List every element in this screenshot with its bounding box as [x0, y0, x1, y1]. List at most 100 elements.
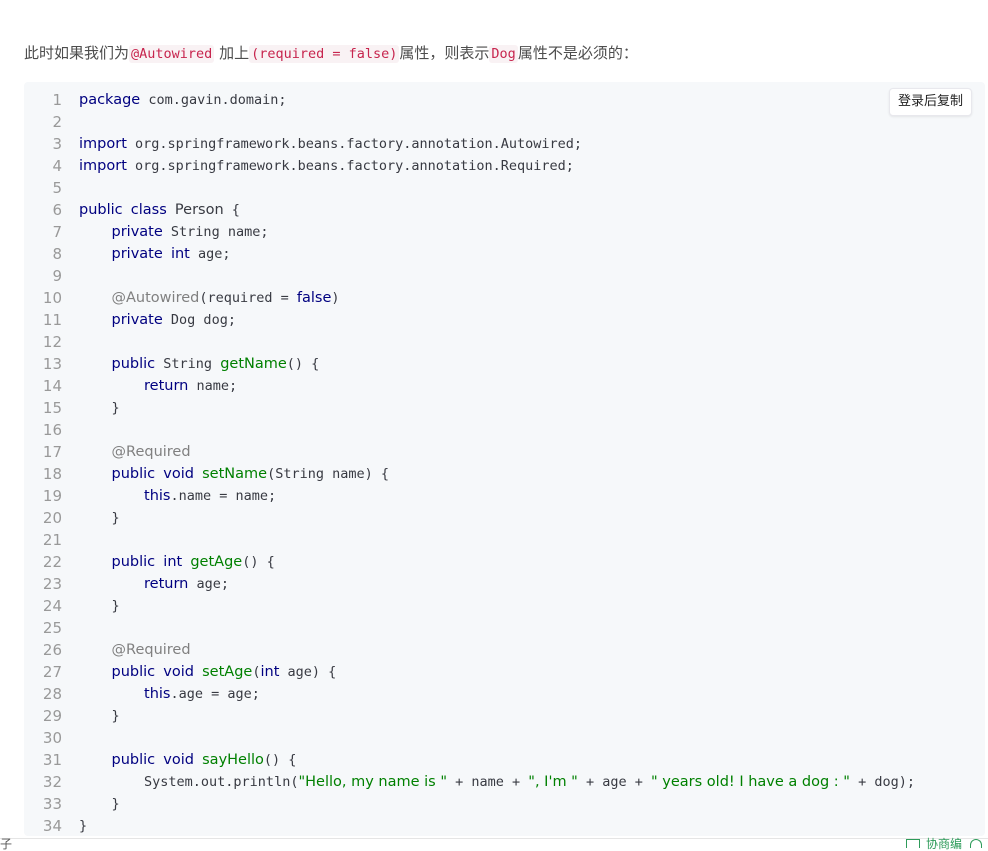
code-token-str: " years old! I have a dog : ": [651, 774, 850, 790]
code-token-txt: String name;: [162, 224, 269, 240]
code-token-ann: @Required: [111, 642, 191, 658]
code-token-kw: import: [79, 136, 127, 152]
code-text: import org.springframework.beans.factory…: [79, 155, 574, 177]
code-token-txt: .name = name;: [170, 488, 277, 504]
bottom-left-text: 子: [0, 837, 13, 851]
code-token-fn: setName: [202, 466, 268, 482]
code-token-txt: () {: [242, 554, 275, 570]
code-text: public String getName() {: [79, 353, 320, 375]
code-token-txt: }: [79, 400, 120, 416]
line-number: 25: [42, 619, 62, 637]
intro-text-mid2: 属性，则表示: [399, 44, 490, 62]
code-text: this.age = age;: [79, 683, 260, 705]
line-number: 20: [42, 509, 62, 527]
code-text: return name;: [79, 375, 237, 397]
code-token-kw: this: [144, 686, 171, 702]
line-number: 9: [52, 267, 62, 285]
code-line: 29 }: [24, 705, 985, 727]
code-line: 25: [24, 617, 985, 639]
code-line: 16: [24, 419, 985, 441]
line-number: 32: [42, 773, 62, 791]
code-line: 22 public int getAge() {: [24, 551, 985, 573]
code-token-fn: sayHello: [202, 752, 264, 768]
code-token-txt: }: [79, 598, 120, 614]
inline-code-autowired: @Autowired: [129, 45, 215, 63]
line-number: 4: [52, 157, 62, 175]
code-text: return age;: [79, 573, 229, 595]
code-line: 34}: [24, 815, 985, 837]
code-token-kw: class: [130, 202, 167, 218]
code-token-txt: System.out.println(: [79, 774, 299, 790]
code-line: 31 public void sayHello() {: [24, 749, 985, 771]
code-line: 21: [24, 529, 985, 551]
code-token-txt: ): [331, 290, 340, 306]
code-text: private Dog dog;: [79, 309, 236, 331]
code-line: 10 @Autowired(required = false): [24, 287, 985, 309]
line-number: 30: [42, 729, 62, 747]
code-line: 19 this.name = name;: [24, 485, 985, 507]
bottom-right-toolbar[interactable]: 协商编: [905, 837, 982, 851]
code-text: @Required: [79, 639, 191, 661]
code-line: 17 @Required: [24, 441, 985, 463]
line-number: 34: [42, 817, 62, 835]
code-text: }: [79, 705, 120, 727]
code-token-txt: com.gavin.domain;: [140, 92, 287, 108]
line-number: 14: [42, 377, 62, 395]
code-token-ann: @Autowired: [111, 290, 200, 306]
line-number: 13: [42, 355, 62, 373]
code-token-txt: age) {: [279, 664, 337, 680]
code-text: }: [79, 595, 120, 617]
code-token-kw: int: [260, 664, 280, 680]
line-number: 8: [52, 245, 62, 263]
code-token-kw: this: [144, 488, 171, 504]
code-token-txt: (String name) {: [267, 466, 389, 482]
code-text: System.out.println("Hello, my name is " …: [79, 771, 915, 793]
line-number: 10: [42, 289, 62, 307]
code-token-kw: private: [111, 246, 163, 262]
code-token-txt: age;: [188, 576, 230, 592]
code-line: 5: [24, 177, 985, 199]
code-line: 33 }: [24, 793, 985, 815]
intro-paragraph: 此时如果我们为 @Autowired 加上 (required = false) 属性…: [24, 42, 638, 65]
line-number: 7: [52, 223, 62, 241]
line-number: 11: [42, 311, 62, 329]
code-line: 20 }: [24, 507, 985, 529]
code-token-kw: void: [163, 664, 194, 680]
line-number: 29: [42, 707, 62, 725]
line-number: 1: [52, 91, 62, 109]
code-token-txt: String: [155, 356, 221, 372]
code-text: }: [79, 397, 120, 419]
code-line: 26 @Required: [24, 639, 985, 661]
code-token-txt: name;: [188, 378, 238, 394]
code-text: this.name = name;: [79, 485, 276, 507]
code-token-txt: org.springframework.beans.factory.annota…: [126, 136, 583, 152]
code-line: 32 System.out.println("Hello, my name is…: [24, 771, 985, 793]
code-line: 12: [24, 331, 985, 353]
code-text: import org.springframework.beans.factory…: [79, 133, 582, 155]
line-number: 19: [42, 487, 62, 505]
code-text: @Autowired(required = false): [79, 287, 340, 309]
code-token-txt: () {: [286, 356, 320, 372]
code-text: @Required: [79, 441, 191, 463]
code-text: }: [79, 815, 87, 837]
line-number: 16: [42, 421, 62, 439]
code-token-kw: import: [79, 158, 127, 174]
intro-text-before: 此时如果我们为: [24, 44, 130, 62]
code-token-kw: false: [296, 290, 332, 306]
code-token-fn: getAge: [190, 554, 243, 570]
bottom-right-label[interactable]: 协商编: [926, 837, 962, 851]
code-token-str: ", I'm ": [528, 774, 578, 790]
code-text: private int age;: [79, 243, 231, 265]
code-token-kw: public: [111, 554, 156, 570]
code-line: 23 return age;: [24, 573, 985, 595]
